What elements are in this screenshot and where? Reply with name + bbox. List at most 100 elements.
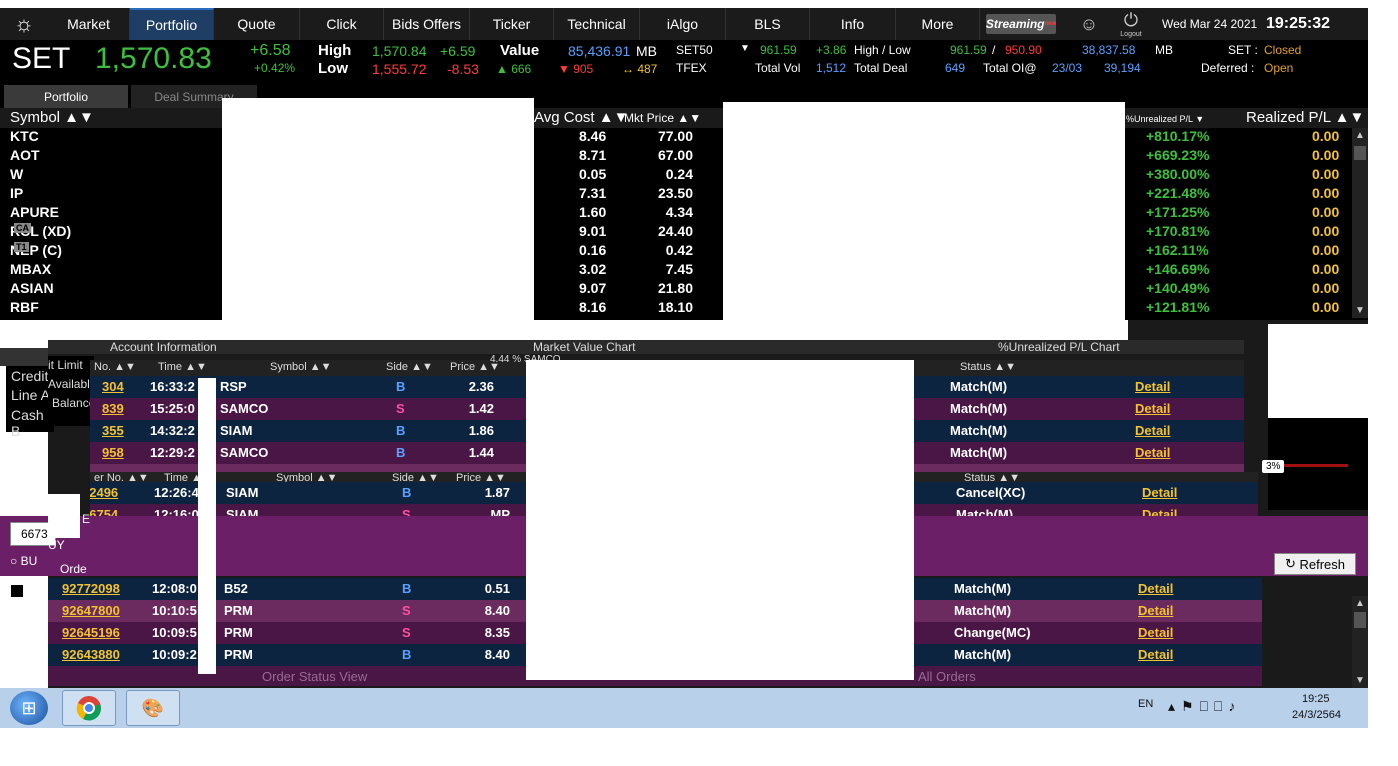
cell-order-no[interactable]: 82496 (90, 485, 118, 500)
orders1-header-status[interactable]: Status ▲▼ (960, 361, 1016, 373)
high-value: 1,570.84 (372, 43, 427, 59)
portfolio-row[interactable]: NEP (C) T1 0.16 0.42 +162.11% 0.00 (0, 242, 1368, 261)
header-realized[interactable]: Realized P/L ▲▼ (1246, 109, 1364, 126)
portfolio-scrollbar[interactable]: ▲ ▼ (1352, 128, 1368, 318)
header-symbol[interactable]: Symbol ▲▼ (10, 109, 94, 126)
detail-link[interactable]: Detail (1135, 423, 1170, 438)
portfolio-row[interactable]: MBAX 3.02 7.45 +146.69% 0.00 (0, 261, 1368, 280)
clock-time[interactable]: 19:25 (1302, 693, 1330, 705)
tray-icons[interactable]: ▴⚑⎕⎕♪ (1168, 698, 1241, 715)
tab-bids-offers[interactable]: Bids Offers (384, 8, 470, 40)
cell-order-no[interactable]: 839 (102, 401, 124, 416)
cell-order-no[interactable]: 92643880 (62, 647, 120, 662)
portfolio-row[interactable]: RCL (XD) CA 9.01 24.40 +170.81% 0.00 (0, 223, 1368, 242)
cell-unrealized-pct: +146.69% (1146, 261, 1210, 277)
select-all-checkbox[interactable] (10, 584, 24, 598)
order-partial-label: Orde (60, 562, 87, 576)
tab-unrealized-chart[interactable]: %Unrealized P/L Chart (998, 340, 1120, 354)
cell-side: B (396, 445, 406, 460)
cell-avg-cost: 0.05 (579, 166, 607, 182)
detail-link[interactable]: Detail (1138, 603, 1173, 618)
app-logo-icon[interactable]: ☼ (0, 8, 48, 40)
portfolio-row[interactable]: RBF 8.16 18.10 +121.81% 0.00 (0, 299, 1368, 318)
detail-link[interactable]: Detail (1135, 379, 1170, 394)
portfolio-row[interactable]: W 0.05 0.24 +380.00% 0.00 (0, 166, 1368, 185)
logout-button[interactable]: ⏻ Logout (1110, 10, 1152, 38)
tab-ialgo[interactable]: iAlgo (640, 8, 726, 40)
cell-order-no[interactable]: 958 (102, 445, 124, 460)
orders1-header-no[interactable]: No. ▲▼ (94, 361, 136, 373)
tab-market-value-chart[interactable]: Market Value Chart (533, 340, 636, 354)
cell-order-no[interactable]: 304 (102, 379, 124, 394)
tab-portfolio-sub[interactable]: Portfolio (4, 85, 128, 108)
set50-value: 961.59 (760, 43, 797, 57)
detail-link[interactable]: Detail (1138, 625, 1173, 640)
cell-order-no[interactable]: 355 (102, 423, 124, 438)
cell-order-no[interactable]: 92772098 (62, 581, 120, 596)
decline-count: ▼ 905 (558, 62, 594, 76)
cell-order-no[interactable]: 92647800 (62, 603, 120, 618)
e-partial-label: E (82, 512, 91, 526)
tfex-label: TFEX (676, 61, 707, 75)
orders-scroll-down-icon[interactable]: ▼ (1355, 675, 1365, 686)
scroll-down-icon[interactable]: ▼ (1355, 305, 1365, 316)
cell-price: 8.40 (484, 647, 510, 662)
tab-technical[interactable]: Technical (554, 8, 640, 40)
cell-side: B (396, 379, 406, 394)
detail-link[interactable]: Detail (1138, 647, 1173, 662)
orders1-header-side[interactable]: Side ▲▼ (386, 361, 433, 373)
tab-more[interactable]: More (896, 8, 980, 40)
tab-ticker[interactable]: Ticker (470, 8, 554, 40)
orders1-header-symbol[interactable]: Symbol ▲▼ (270, 361, 332, 373)
orders-scroll-up-icon[interactable]: ▲ (1355, 598, 1365, 609)
cell-side: S (402, 625, 411, 640)
detail-link[interactable]: Detail (1135, 445, 1170, 460)
refresh-button[interactable]: ↻ Refresh (1274, 553, 1356, 575)
status-view-select[interactable]: All Orders (918, 669, 976, 684)
orders1-header-time[interactable]: Time ▲▼ (158, 361, 207, 373)
tab-quote[interactable]: Quote (214, 8, 300, 40)
cell-realized: 0.00 (1312, 280, 1340, 296)
chrome-taskbar-icon[interactable] (62, 690, 116, 726)
clock-date[interactable]: 24/3/2564 (1292, 709, 1341, 721)
tab-portfolio[interactable]: Portfolio (130, 8, 214, 40)
paint-taskbar-icon[interactable]: 🎨 (126, 690, 180, 726)
portfolio-row[interactable]: KTC 8.46 77.00 +810.17% 0.00 (0, 128, 1368, 147)
cell-avg-cost: 8.71 (579, 147, 607, 163)
portfolio-row[interactable]: ASIAN 9.07 21.80 +140.49% 0.00 (0, 280, 1368, 299)
detail-link[interactable]: Detail (1138, 581, 1173, 596)
set50-label: SET50 (676, 43, 713, 57)
tab-info[interactable]: Info (810, 8, 896, 40)
cell-side: S (402, 603, 411, 618)
tab-bls[interactable]: BLS (726, 8, 810, 40)
set50-dropdown-icon[interactable]: ▼ (740, 43, 750, 54)
low-label: Low (318, 60, 348, 77)
streaming-logo[interactable]: Streaming new (986, 14, 1056, 34)
blank-region (222, 98, 534, 320)
oi-value: 39,194 (1104, 61, 1141, 75)
cell-symbol: PRM (224, 625, 253, 640)
cell-unrealized-pct: +170.81% (1146, 223, 1210, 239)
tab-market[interactable]: Market (48, 8, 130, 40)
balance-label: Balance (52, 396, 96, 410)
cell-order-no[interactable]: 92645196 (62, 625, 120, 640)
detail-link[interactable]: Detail (1135, 401, 1170, 416)
buy-radio[interactable]: ○ BU (10, 554, 37, 568)
tab-account-information[interactable]: Account Information (110, 340, 217, 354)
scroll-up-icon[interactable]: ▲ (1355, 130, 1365, 141)
detail-link[interactable]: Detail (1142, 485, 1177, 500)
header-mkt-price[interactable]: Mkt Price ▲▼ (624, 111, 701, 125)
orders-scrollbar[interactable]: ▲ ▼ (1352, 596, 1368, 688)
portfolio-row[interactable]: AOT 8.71 67.00 +669.23% 0.00 (0, 147, 1368, 166)
portfolio-row[interactable]: IP 7.31 23.50 +221.48% 0.00 (0, 185, 1368, 204)
tab-click[interactable]: Click (300, 8, 384, 40)
header-avg-cost[interactable]: Avg Cost ▲▼ (534, 109, 628, 126)
header-unrealized-pct[interactable]: %Unrealized P/L ▼ (1126, 114, 1204, 124)
set50-low: 950.90 (1005, 43, 1042, 57)
assistant-icon[interactable]: ☺ (1068, 14, 1110, 35)
language-indicator[interactable]: EN (1138, 698, 1153, 710)
deferred-label: Deferred : (1201, 61, 1255, 75)
start-button-icon[interactable]: ⊞ (10, 691, 48, 725)
cell-avg-cost: 9.01 (579, 223, 607, 239)
portfolio-row[interactable]: APURE 1.60 4.34 +171.25% 0.00 (0, 204, 1368, 223)
